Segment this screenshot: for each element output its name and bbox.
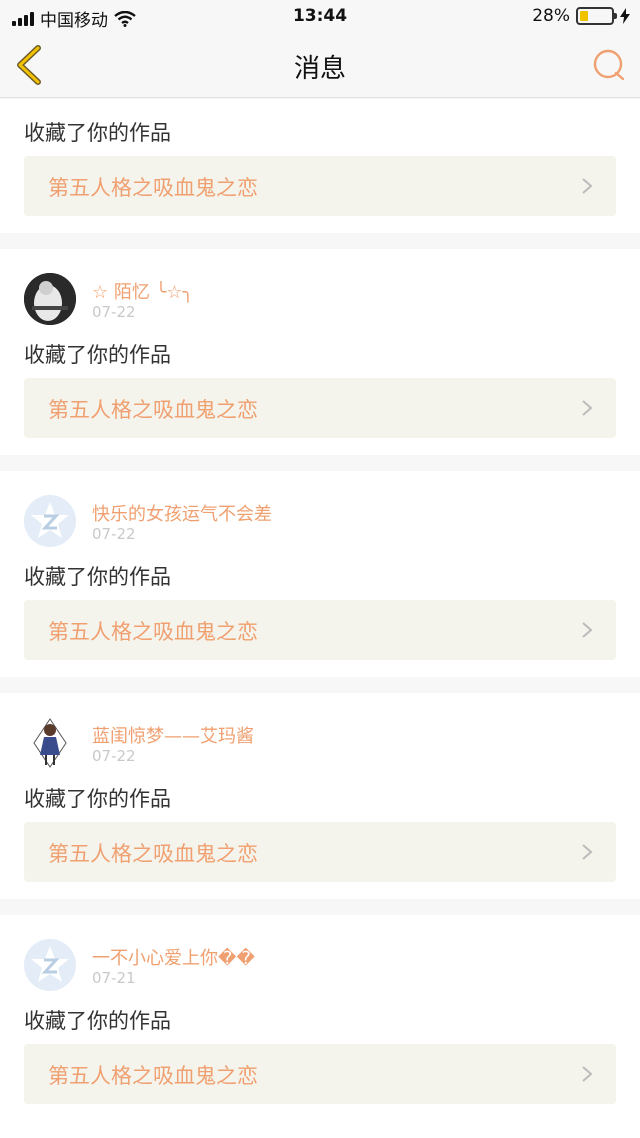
chevron-right-icon — [582, 1066, 593, 1082]
work-link[interactable]: 第五人格之吸血鬼之恋 — [24, 156, 616, 216]
default-avatar-icon — [24, 495, 76, 547]
avatar[interactable] — [24, 273, 76, 325]
avatar[interactable] — [24, 495, 76, 547]
user-name[interactable]: 一不小心爱上你�� — [92, 944, 255, 970]
work-title: 第五人格之吸血鬼之恋 — [48, 620, 258, 644]
user-name[interactable]: 快乐的女孩运气不会差 — [92, 500, 272, 526]
status-bar: 中国移动 13:44 28% — [0, 0, 640, 32]
work-link[interactable]: 第五人格之吸血鬼之恋 — [24, 822, 616, 882]
search-button[interactable] — [592, 48, 626, 82]
message-date: 07-22 — [92, 525, 136, 543]
chevron-right-icon — [582, 622, 593, 638]
page-title: 消息 — [293, 54, 346, 84]
default-avatar-icon — [24, 939, 76, 991]
avatar[interactable] — [24, 717, 76, 769]
action-text: 收藏了你的作品 — [24, 1009, 171, 1033]
avatar[interactable] — [24, 939, 76, 991]
action-text: 收藏了你的作品 — [24, 787, 171, 811]
work-title: 第五人格之吸血鬼之恋 — [48, 398, 258, 422]
message-card: 快乐的女孩运气不会差 07-22 收藏了你的作品 第五人格之吸血鬼之恋 — [0, 471, 640, 677]
work-link[interactable]: 第五人格之吸血鬼之恋 — [24, 600, 616, 660]
chevron-right-icon — [582, 844, 593, 860]
message-list[interactable]: 收藏了你的作品 第五人格之吸血鬼之恋 ☆ 陌忆 ╰☆╮ 07-22 收藏了你的作… — [0, 99, 640, 1138]
message-card: 一不小心爱上你�� 07-21 收藏了你的作品 第五人格之吸血鬼之恋 — [0, 915, 640, 1138]
work-title: 第五人格之吸血鬼之恋 — [48, 1064, 258, 1088]
action-text: 收藏了你的作品 — [24, 565, 171, 589]
battery-percent: 28% — [532, 6, 570, 26]
work-link[interactable]: 第五人格之吸血鬼之恋 — [24, 1044, 616, 1104]
avatar-illustration — [24, 717, 76, 769]
battery-icon — [576, 7, 617, 25]
status-right: 28% — [532, 6, 630, 26]
message-card: ☆ 陌忆 ╰☆╮ 07-22 收藏了你的作品 第五人格之吸血鬼之恋 — [0, 249, 640, 455]
message-date: 07-21 — [92, 969, 136, 987]
message-card: 蓝闺惊梦——艾玛酱 07-22 收藏了你的作品 第五人格之吸血鬼之恋 — [0, 693, 640, 899]
avatar-photo — [24, 273, 76, 325]
chevron-right-icon — [582, 178, 593, 194]
action-text: 收藏了你的作品 — [24, 121, 171, 145]
work-link[interactable]: 第五人格之吸血鬼之恋 — [24, 378, 616, 438]
search-icon — [593, 49, 625, 81]
user-name[interactable]: ☆ 陌忆 ╰☆╮ — [92, 278, 193, 304]
message-date: 07-22 — [92, 747, 136, 765]
work-title: 第五人格之吸血鬼之恋 — [48, 842, 258, 866]
user-name[interactable]: 蓝闺惊梦——艾玛酱 — [92, 722, 254, 748]
message-card: 收藏了你的作品 第五人格之吸血鬼之恋 — [0, 99, 640, 233]
action-text: 收藏了你的作品 — [24, 343, 171, 367]
charging-bolt-icon — [620, 8, 630, 24]
message-date: 07-22 — [92, 303, 136, 321]
nav-bar: 消息 — [0, 32, 640, 98]
work-title: 第五人格之吸血鬼之恋 — [48, 176, 258, 200]
chevron-right-icon — [582, 400, 593, 416]
